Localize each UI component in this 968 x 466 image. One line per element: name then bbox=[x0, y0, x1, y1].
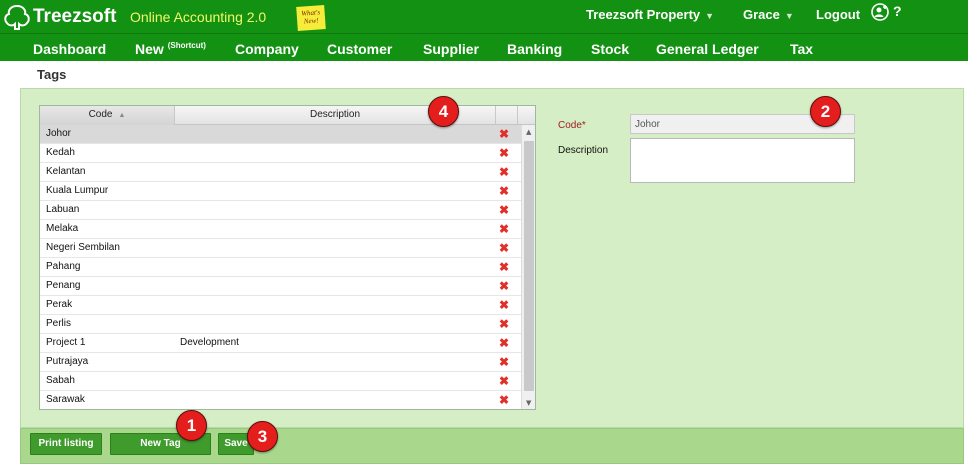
code-label: Code* bbox=[558, 120, 586, 131]
cell-code: Melaka bbox=[46, 223, 79, 234]
cell-code: Kuala Lumpur bbox=[46, 185, 109, 196]
table-row[interactable]: Penang ✖ bbox=[40, 277, 521, 296]
nav-supplier[interactable]: Supplier bbox=[423, 41, 479, 57]
nav-new[interactable]: New (Shortcut) bbox=[135, 41, 206, 57]
delete-icon[interactable]: ✖ bbox=[499, 241, 509, 255]
delete-icon[interactable]: ✖ bbox=[499, 279, 509, 293]
table-row[interactable]: Kuala Lumpur ✖ bbox=[40, 182, 521, 201]
nav-new-label: New bbox=[135, 41, 164, 57]
app-subtitle: Online Accounting 2.0 bbox=[130, 9, 267, 25]
sort-ascending-icon: ▲ bbox=[118, 112, 126, 119]
help-icon[interactable]: ? bbox=[893, 3, 902, 19]
user-menu[interactable]: Grace ▼ bbox=[743, 7, 794, 22]
table-row[interactable]: Labuan ✖ bbox=[40, 201, 521, 220]
tags-grid: Code ▲ Description Johor ✖ Kedah ✖ Kelantan ✖ K… bbox=[39, 105, 536, 410]
nav-customer[interactable]: Customer bbox=[327, 41, 392, 57]
cell-code: Putrajaya bbox=[46, 356, 89, 367]
delete-icon[interactable]: ✖ bbox=[499, 184, 509, 198]
table-row[interactable]: Kelantan ✖ bbox=[40, 163, 521, 182]
nav-stock[interactable]: Stock bbox=[591, 41, 629, 57]
nav-tax[interactable]: Tax bbox=[790, 41, 813, 57]
delete-icon[interactable]: ✖ bbox=[499, 222, 509, 236]
nav-new-shortcut: (Shortcut) bbox=[167, 41, 206, 50]
table-row[interactable]: Sarawak ✖ bbox=[40, 391, 521, 409]
whats-new-note[interactable]: What's New! bbox=[296, 5, 326, 31]
table-row[interactable]: Kedah ✖ bbox=[40, 144, 521, 163]
nav-company[interactable]: Company bbox=[235, 41, 299, 57]
table-row[interactable]: Negeri Sembilan ✖ bbox=[40, 239, 521, 258]
delete-icon[interactable]: ✖ bbox=[499, 317, 509, 331]
column-header-actions bbox=[496, 106, 518, 125]
delete-icon[interactable]: ✖ bbox=[499, 374, 509, 388]
grid-header: Code ▲ Description bbox=[40, 106, 535, 125]
nav-dashboard[interactable]: Dashboard bbox=[33, 41, 106, 57]
description-field[interactable] bbox=[630, 138, 855, 183]
cell-code: Perlis bbox=[46, 318, 72, 329]
delete-icon[interactable]: ✖ bbox=[499, 336, 509, 350]
scroll-down-icon[interactable]: ▼ bbox=[526, 399, 531, 407]
table-row[interactable]: Project 1 Development ✖ bbox=[40, 334, 521, 353]
cell-code: Project 1 bbox=[46, 337, 86, 348]
delete-icon[interactable]: ✖ bbox=[499, 146, 509, 160]
cell-code: Labuan bbox=[46, 204, 80, 215]
logo[interactable]: Treezsoft bbox=[2, 4, 116, 30]
user-name: Grace bbox=[743, 7, 780, 22]
table-row[interactable]: Perak ✖ bbox=[40, 296, 521, 315]
nav-banking[interactable]: Banking bbox=[507, 41, 562, 57]
cell-code: Penang bbox=[46, 280, 81, 291]
cell-code: Kedah bbox=[46, 147, 75, 158]
cell-code: Sabah bbox=[46, 375, 75, 386]
table-row[interactable]: Pahang ✖ bbox=[40, 258, 521, 277]
main-nav: Dashboard New (Shortcut) Company Custome… bbox=[0, 33, 968, 61]
annotation-badge-4: 4 bbox=[428, 96, 459, 127]
table-row[interactable]: Johor ✖ bbox=[40, 125, 521, 144]
cell-code: Johor bbox=[46, 128, 72, 139]
table-row[interactable]: Perlis ✖ bbox=[40, 315, 521, 334]
delete-icon[interactable]: ✖ bbox=[499, 355, 509, 369]
annotation-badge-2: 2 bbox=[810, 96, 841, 127]
delete-icon[interactable]: ✖ bbox=[499, 393, 509, 407]
scrollbar-thumb[interactable] bbox=[524, 141, 534, 391]
cell-code: Pahang bbox=[46, 261, 81, 272]
brand-name: Treezsoft bbox=[33, 6, 117, 27]
nav-general-ledger[interactable]: General Ledger bbox=[656, 41, 759, 57]
cell-description: Development bbox=[180, 337, 239, 348]
chevron-down-icon: ▼ bbox=[705, 11, 715, 21]
print-listing-button[interactable]: Print listing bbox=[30, 433, 102, 455]
delete-icon[interactable]: ✖ bbox=[499, 260, 509, 274]
grid-scrollbar[interactable]: ▲ ▼ bbox=[521, 125, 535, 409]
description-label: Description bbox=[558, 145, 609, 156]
delete-icon[interactable]: ✖ bbox=[499, 298, 509, 312]
company-selector[interactable]: Treezsoft Property ▼ bbox=[586, 7, 714, 22]
tree-logo-icon bbox=[4, 4, 30, 30]
table-row[interactable]: Sabah ✖ bbox=[40, 372, 521, 391]
chevron-down-icon: ▼ bbox=[784, 11, 794, 21]
delete-icon[interactable]: ✖ bbox=[499, 127, 509, 141]
page-title: Tags bbox=[37, 67, 67, 82]
top-bar: Treezsoft Online Accounting 2.0 What's N… bbox=[0, 0, 968, 33]
cell-code: Kelantan bbox=[46, 166, 86, 177]
company-name: Treezsoft Property bbox=[586, 7, 701, 22]
user-add-icon[interactable] bbox=[871, 3, 889, 21]
annotation-badge-1: 1 bbox=[176, 410, 207, 441]
column-header-code-label: Code bbox=[88, 109, 113, 120]
cell-code: Sarawak bbox=[46, 394, 85, 405]
column-header-code[interactable]: Code ▲ bbox=[40, 106, 175, 125]
scroll-up-icon[interactable]: ▲ bbox=[526, 128, 531, 136]
cell-code: Negeri Sembilan bbox=[46, 242, 120, 253]
delete-icon[interactable]: ✖ bbox=[499, 203, 509, 217]
table-row[interactable]: Melaka ✖ bbox=[40, 220, 521, 239]
annotation-badge-3: 3 bbox=[247, 421, 278, 452]
logout-link[interactable]: Logout bbox=[816, 7, 860, 22]
delete-icon[interactable]: ✖ bbox=[499, 165, 509, 179]
table-row[interactable]: Putrajaya ✖ bbox=[40, 353, 521, 372]
cell-code: Perak bbox=[46, 299, 73, 310]
